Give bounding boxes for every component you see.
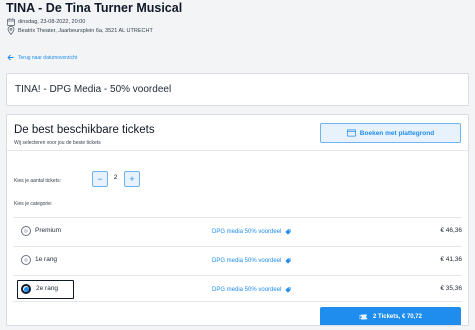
book-tickets-button-label: 2 Tickets, € 70,72 <box>373 314 422 320</box>
event-header: TINA - De Tina Turner Musical dinsdag, 2… <box>0 0 475 70</box>
event-venue: Beatrix Theater, Jaarbeursplein 6a, 3521… <box>18 27 153 34</box>
ticket-icon <box>359 313 368 322</box>
quantity-value: 2 <box>113 174 118 181</box>
category-deal: DPG media 50% voordeel <box>212 227 292 236</box>
seat-map-button-label: Boeken met plattegrond <box>359 129 435 137</box>
tickets-title: De best beschikbare tickets <box>14 124 155 136</box>
tickets-card: De best beschikbare tickets Wij selecter… <box>6 114 469 326</box>
radio-button[interactable] <box>21 226 31 236</box>
tag-icon <box>283 285 292 294</box>
category-name: 1e rang <box>35 256 58 263</box>
back-to-dates-link[interactable]: Terug naar datumoverzicht <box>6 53 77 62</box>
tickets-header: De best beschikbare tickets Wij selecter… <box>7 115 468 151</box>
event-title: TINA - De Tina Turner Musical <box>6 1 183 15</box>
tag-icon <box>283 227 292 236</box>
tickets-subtitle: Wij selecteren voor jou de beste tickets <box>14 140 101 146</box>
category-name: Premium <box>35 227 62 234</box>
calendar-icon <box>6 17 15 26</box>
decrease-quantity-button[interactable]: − <box>92 171 108 187</box>
category-deal: DPG media 50% voordeel <box>212 285 292 294</box>
quantity-label: Kies je aantal tickets: <box>14 178 61 184</box>
event-venue-row: Beatrix Theater, Jaarbeursplein 6a, 3521… <box>6 26 153 35</box>
category-label: Kies je categorie: <box>14 201 53 207</box>
category-deal-label: DPG media 50% voordeel <box>212 286 282 293</box>
arrow-left-icon <box>6 53 15 62</box>
category-option-1e-rang[interactable]: 1e rang DPG media 50% voordeel € 41,36 <box>13 246 462 273</box>
seat-map-icon <box>346 129 356 138</box>
book-with-seat-map-button[interactable]: Boeken met plattegrond <box>320 123 461 143</box>
category-deal-label: DPG media 50% voordeel <box>212 257 282 264</box>
back-link-label: Terug naar datumoverzicht <box>18 54 78 61</box>
radio-button-selected[interactable] <box>21 284 31 294</box>
category-price: € 41,36 <box>440 256 462 263</box>
category-deal: DPG media 50% voordeel <box>212 256 292 265</box>
offer-title: TINA! - DPG Media - 50% voordeel <box>15 84 172 95</box>
location-pin-icon <box>6 26 15 35</box>
book-tickets-button[interactable]: 2 Tickets, € 70,72 <box>320 307 461 325</box>
tag-icon <box>283 256 292 265</box>
event-date-row: dinsdag, 23-08-2022, 20:00 <box>6 17 85 26</box>
radio-button[interactable] <box>21 255 31 265</box>
offer-card: TINA! - DPG Media - 50% voordeel <box>6 73 469 106</box>
category-name: 2e rang <box>36 285 59 292</box>
increase-quantity-button[interactable]: + <box>124 171 140 187</box>
category-price: € 35,36 <box>440 285 462 292</box>
event-date: dinsdag, 23-08-2022, 20:00 <box>18 18 86 25</box>
category-price: € 46,36 <box>440 227 462 234</box>
category-option-2e-rang[interactable]: 2e rang DPG media 50% voordeel € 35,36 <box>13 275 462 302</box>
category-option-premium[interactable]: Premium DPG media 50% voordeel € 46,36 <box>13 217 462 244</box>
category-deal-label: DPG media 50% voordeel <box>212 228 282 235</box>
